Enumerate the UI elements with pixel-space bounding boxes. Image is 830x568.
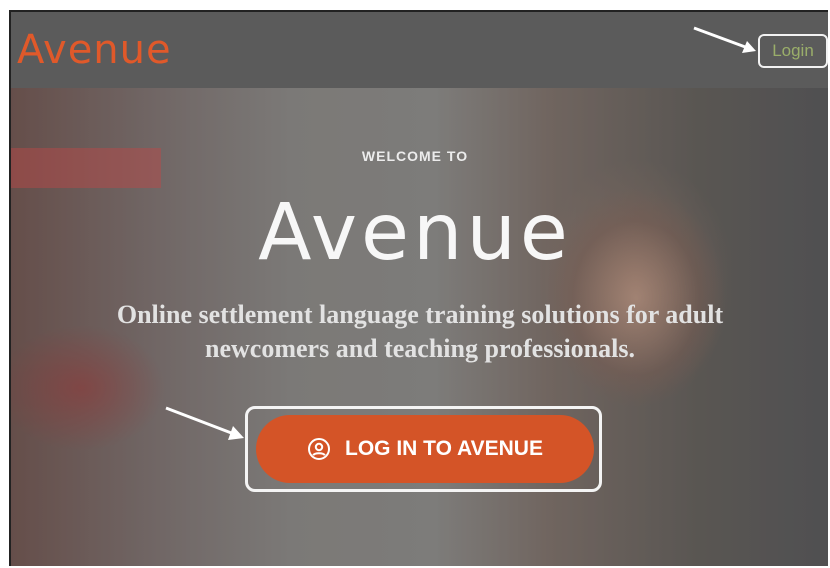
hero-tagline: Online settlement language training solu… xyxy=(116,300,724,363)
cta-label: LOG IN TO AVENUE xyxy=(345,437,543,460)
welcome-heading: WELCOME TO xyxy=(361,148,469,164)
login-to-avenue-button[interactable]: LOG IN TO AVENUE xyxy=(256,415,594,483)
login-link[interactable]: Login xyxy=(758,34,828,68)
annotation-arrow-login xyxy=(693,26,756,53)
annotation-arrow-cta xyxy=(165,406,244,440)
site-logo[interactable]: Avenue xyxy=(17,22,172,78)
user-circle-icon xyxy=(308,438,331,460)
hero-title: Avenue xyxy=(258,188,572,278)
